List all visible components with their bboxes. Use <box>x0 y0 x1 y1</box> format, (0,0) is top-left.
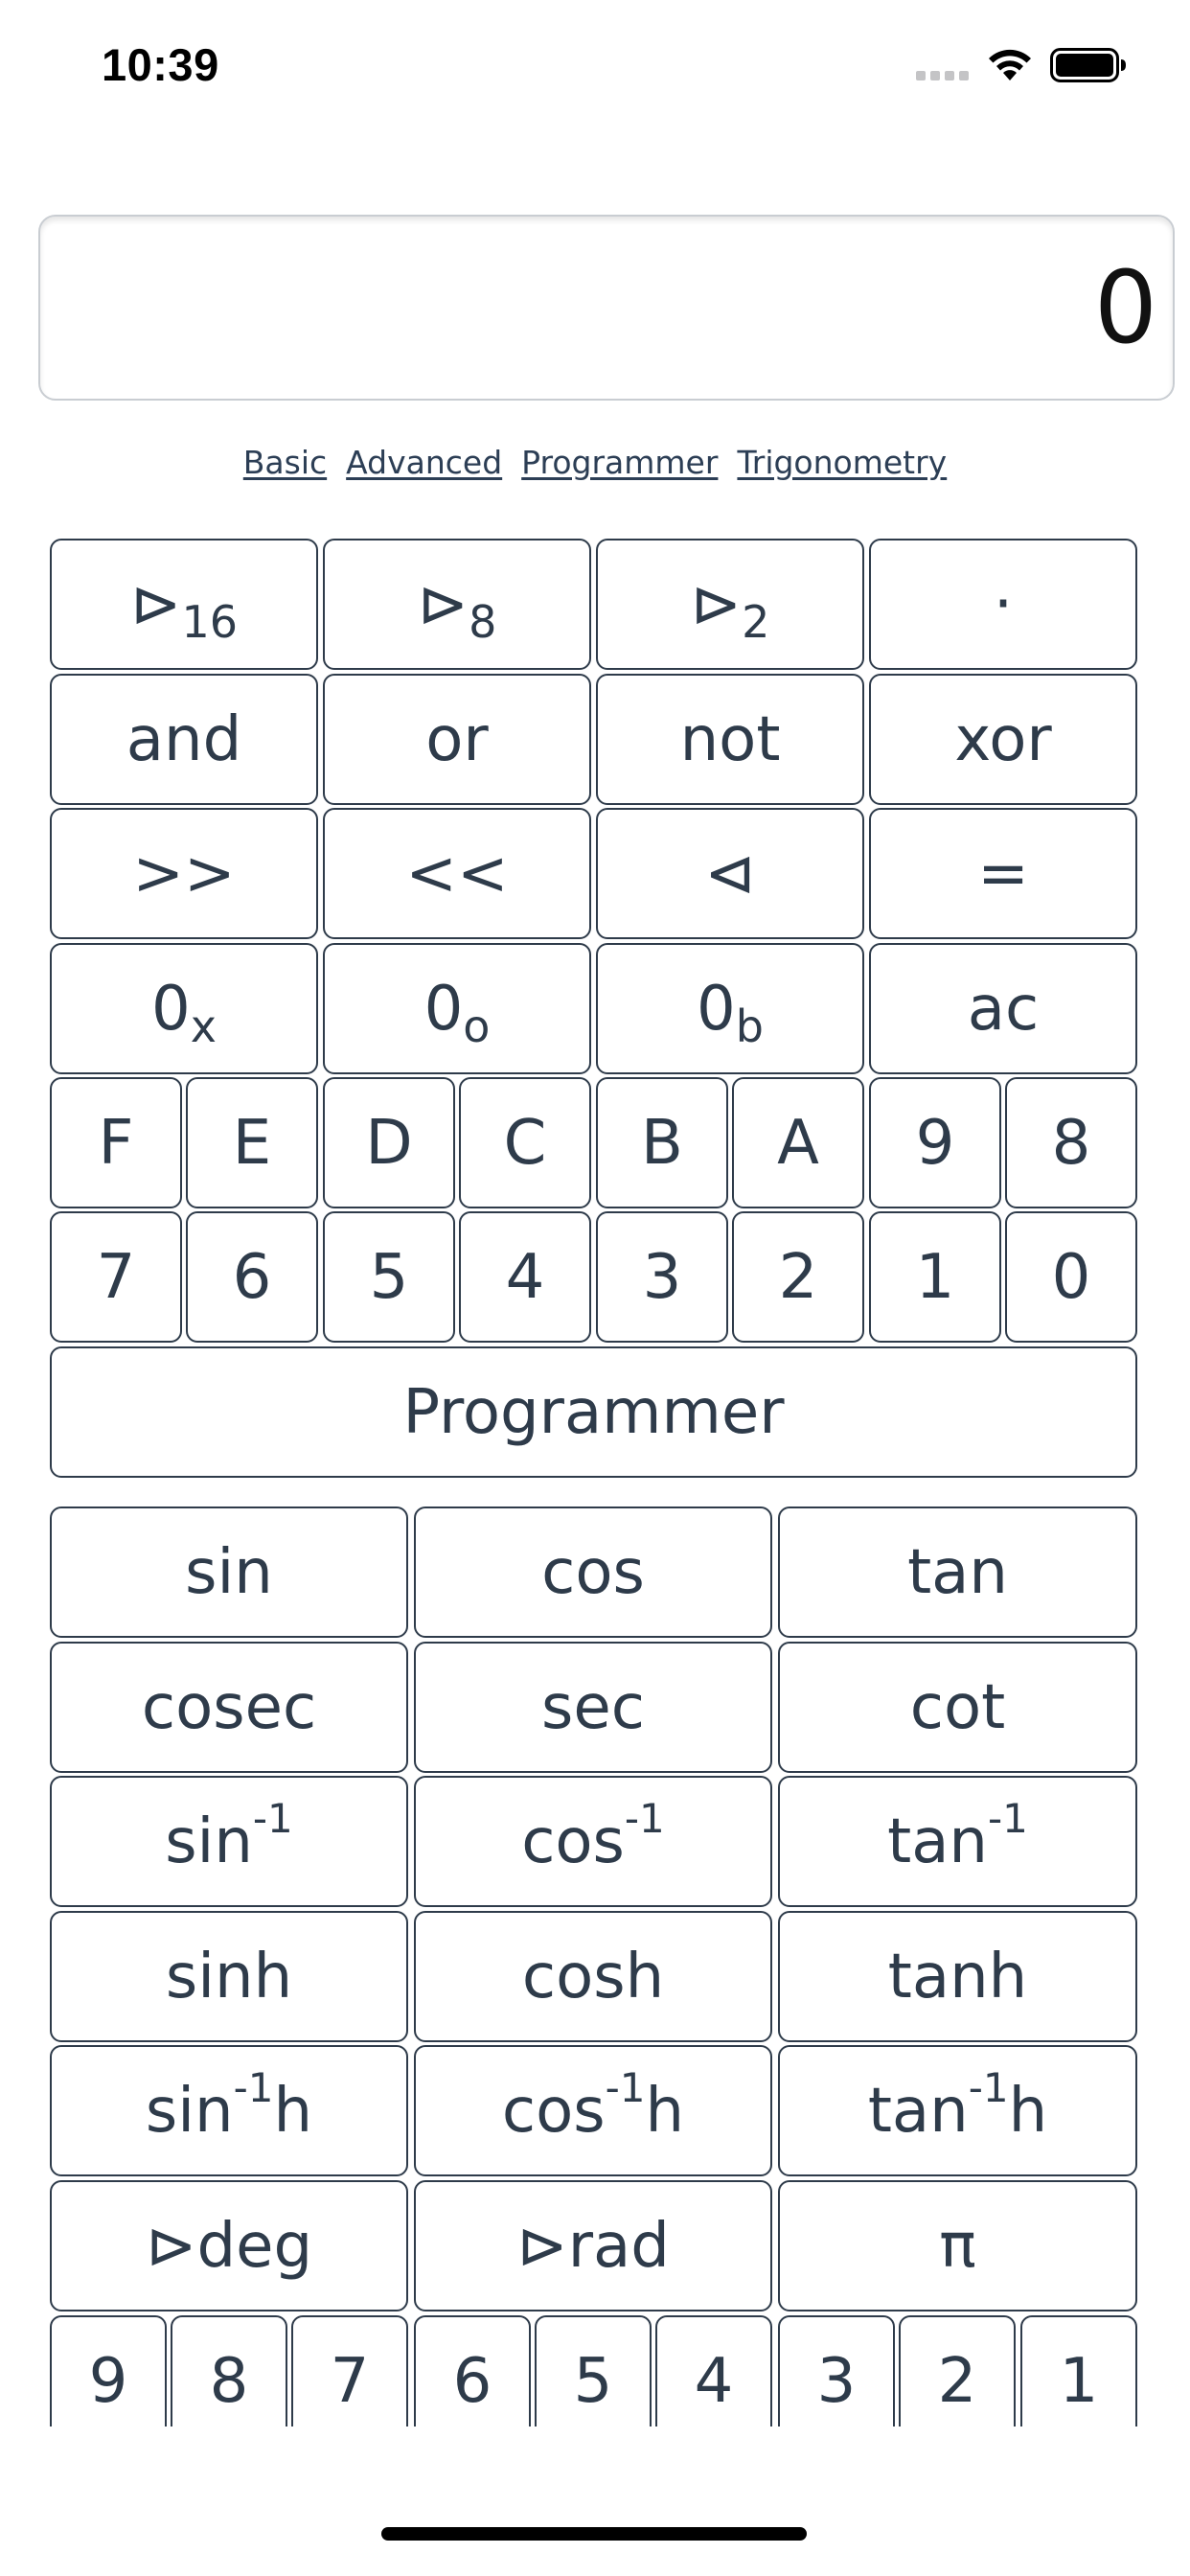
tanh-button[interactable]: tanh <box>778 1911 1137 2042</box>
key-a[interactable]: A <box>732 1077 864 1208</box>
mode-link-advanced[interactable]: Advanced <box>346 439 502 487</box>
mode-link-basic[interactable]: Basic <box>243 439 327 487</box>
status-time: 10:39 <box>102 39 219 90</box>
to-binary-button[interactable]: ⊳ 2 <box>596 539 864 670</box>
to-hex-button[interactable]: ⊳ 16 <box>50 539 318 670</box>
or-button[interactable]: or <box>323 674 591 805</box>
key-7[interactable]: 7 <box>50 1211 182 1343</box>
key-c[interactable]: C <box>459 1077 591 1208</box>
key-1[interactable]: 1 <box>869 1211 1001 1343</box>
key-4[interactable]: 4 <box>459 1211 591 1343</box>
sinh-button[interactable]: sinh <box>50 1911 408 2042</box>
arcsinh-button[interactable]: sin -1 h <box>50 2045 408 2176</box>
trig-key-4[interactable]: 4 <box>655 2315 772 2426</box>
equals-button[interactable]: = <box>869 808 1137 939</box>
mode-link-trigonometry[interactable]: Trigonometry <box>737 439 947 487</box>
trig-key-5[interactable]: 5 <box>535 2315 652 2426</box>
key-e[interactable]: E <box>186 1077 318 1208</box>
and-button[interactable]: and <box>50 674 318 805</box>
sin-button[interactable]: sin <box>50 1506 408 1638</box>
all-clear-button[interactable]: ac <box>869 943 1137 1074</box>
wifi-icon <box>989 49 1031 80</box>
key-f[interactable]: F <box>50 1077 182 1208</box>
home-indicator[interactable] <box>381 2527 807 2541</box>
tan-button[interactable]: tan <box>778 1506 1137 1638</box>
trig-digit-row: 9 8 7 6 5 4 3 2 1 <box>0 2300 1190 2426</box>
programmer-mode-button[interactable]: Programmer <box>50 1346 1137 1478</box>
shift-left-button[interactable]: << <box>323 808 591 939</box>
trig-key-7[interactable]: 7 <box>291 2315 408 2426</box>
backspace-button[interactable]: ⊲ <box>596 808 864 939</box>
trig-key-3[interactable]: 3 <box>778 2315 895 2426</box>
arctanh-button[interactable]: tan -1 h <box>778 2045 1137 2176</box>
key-8[interactable]: 8 <box>1005 1077 1137 1208</box>
octal-prefix-button[interactable]: 0o <box>323 943 591 1074</box>
mode-links: Basic Advanced Programmer Trigonometry <box>0 439 1190 487</box>
arccos-button[interactable]: cos -1 <box>414 1776 772 1907</box>
status-bar: 10:39 <box>0 0 1190 125</box>
cosh-button[interactable]: cosh <box>414 1911 772 2042</box>
display-value: 0 <box>1093 249 1157 366</box>
key-2[interactable]: 2 <box>732 1211 864 1343</box>
arcsin-button[interactable]: sin -1 <box>50 1776 408 1907</box>
cosec-button[interactable]: cosec <box>50 1642 408 1773</box>
decimal-point-button[interactable]: · <box>869 539 1137 670</box>
mode-link-programmer[interactable]: Programmer <box>521 439 718 487</box>
cos-button[interactable]: cos <box>414 1506 772 1638</box>
key-5[interactable]: 5 <box>323 1211 455 1343</box>
key-b[interactable]: B <box>596 1077 728 1208</box>
shift-right-button[interactable]: >> <box>50 808 318 939</box>
trig-key-2[interactable]: 2 <box>899 2315 1016 2426</box>
key-0[interactable]: 0 <box>1005 1211 1137 1343</box>
key-3[interactable]: 3 <box>596 1211 728 1343</box>
calculator-display: 0 <box>38 215 1175 401</box>
to-octal-button[interactable]: ⊳ 8 <box>323 539 591 670</box>
key-d[interactable]: D <box>323 1077 455 1208</box>
trig-key-9[interactable]: 9 <box>50 2315 167 2426</box>
xor-button[interactable]: xor <box>869 674 1137 805</box>
hex-prefix-button[interactable]: 0x <box>50 943 318 1074</box>
battery-icon <box>1050 48 1126 82</box>
pi-button[interactable]: π <box>778 2180 1137 2312</box>
signal-icon <box>916 71 969 80</box>
not-button[interactable]: not <box>596 674 864 805</box>
to-radians-button[interactable]: ⊳rad <box>414 2180 772 2312</box>
sec-button[interactable]: sec <box>414 1642 772 1773</box>
cot-button[interactable]: cot <box>778 1642 1137 1773</box>
arctan-button[interactable]: tan -1 <box>778 1776 1137 1907</box>
binary-prefix-button[interactable]: 0b <box>596 943 864 1074</box>
trig-key-1[interactable]: 1 <box>1020 2315 1137 2426</box>
trig-key-8[interactable]: 8 <box>171 2315 287 2426</box>
key-9[interactable]: 9 <box>869 1077 1001 1208</box>
to-degrees-button[interactable]: ⊳deg <box>50 2180 408 2312</box>
arccosh-button[interactable]: cos -1 h <box>414 2045 772 2176</box>
key-6[interactable]: 6 <box>186 1211 318 1343</box>
trig-key-6[interactable]: 6 <box>414 2315 531 2426</box>
